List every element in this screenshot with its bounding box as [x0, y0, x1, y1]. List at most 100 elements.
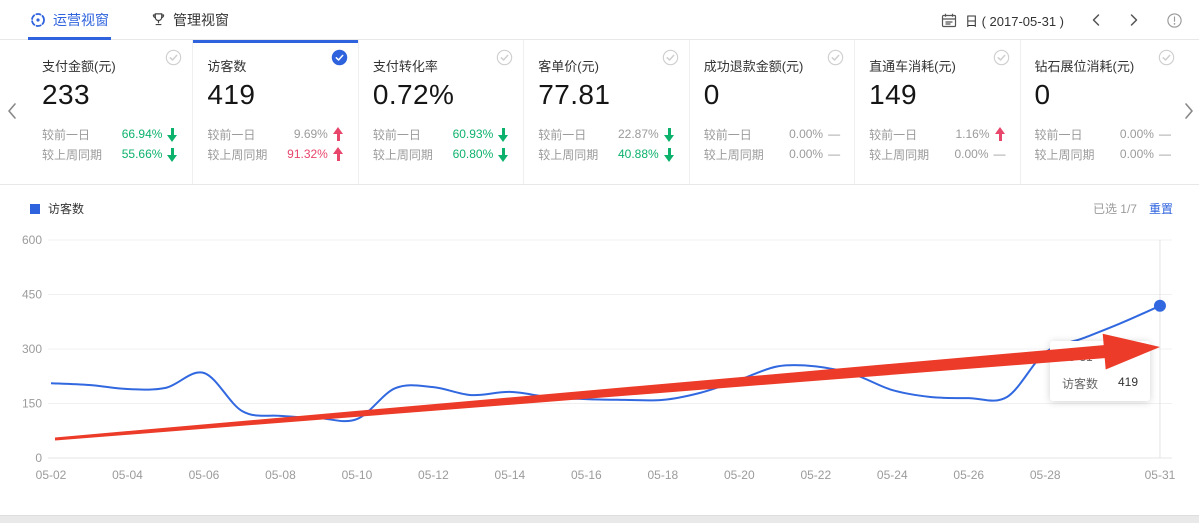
- compare-value: 91.32%: [287, 147, 328, 161]
- trend-arrow-icon: [333, 128, 344, 141]
- metric-select-check-icon[interactable]: [496, 49, 513, 66]
- metric-select-check-icon[interactable]: [165, 49, 182, 66]
- trend-arrow-icon: [167, 128, 178, 141]
- tab-label: 运营视窗: [53, 10, 109, 30]
- tooltip-series-label: 访客数: [1062, 375, 1098, 392]
- metric-card-title: 访客数: [207, 56, 343, 75]
- compare-label: 较上周同期: [207, 146, 267, 163]
- x-axis-tick-label: 05-06: [189, 468, 220, 482]
- metric-card-value: 0.72%: [373, 79, 509, 111]
- y-axis-tick-label: 450: [22, 288, 42, 302]
- compare-value: 0.00%: [1120, 127, 1154, 141]
- cards-scroll-left-icon[interactable]: [6, 102, 18, 120]
- metric-card-title: 客单价(元): [538, 56, 674, 75]
- compare-label: 较前一日: [704, 126, 752, 143]
- next-day-chevron-icon[interactable]: [1128, 13, 1140, 27]
- metric-select-check-icon[interactable]: [827, 49, 844, 66]
- compare-label: 较前一日: [373, 126, 421, 143]
- metric-card[interactable]: 直通车消耗(元) 149 较前一日 1.16% 较上周同期 0.00% —: [855, 40, 1020, 184]
- legend-label: 访客数: [48, 200, 84, 217]
- topbar-right-controls: 日 ( 2017-05-31 ): [941, 0, 1183, 40]
- compare-label: 较前一日: [42, 126, 90, 143]
- trophy-icon: [151, 12, 166, 27]
- compare-value: 0.00%: [955, 147, 989, 161]
- compare-label: 较上周同期: [704, 146, 764, 163]
- calendar-icon: [941, 13, 957, 28]
- metric-card-value: 233: [42, 79, 178, 111]
- trend-arrow-icon: [498, 128, 509, 141]
- compare-label: 较前一日: [538, 126, 586, 143]
- metric-card-title: 直通车消耗(元): [869, 56, 1005, 75]
- trend-arrow-icon: [167, 148, 178, 161]
- x-axis-tick-label: 05-12: [418, 468, 449, 482]
- tooltip-date: 05-31: [1062, 350, 1138, 364]
- tab-operations-window[interactable]: 运营视窗: [30, 0, 109, 40]
- y-axis-tick-label: 150: [22, 397, 42, 411]
- compare-label: 较上周同期: [1035, 146, 1095, 163]
- compare-value: 1.16%: [956, 127, 990, 141]
- metric-card-title: 钻石展位消耗(元): [1035, 56, 1171, 75]
- chart-tooltip: 05-31 访客数 419: [1050, 341, 1150, 401]
- tab-management-window[interactable]: 管理视窗: [151, 0, 229, 40]
- metric-card-title: 支付金额(元): [42, 56, 178, 75]
- trend-arrow-icon: [333, 148, 344, 161]
- prev-day-chevron-icon[interactable]: [1090, 13, 1102, 27]
- trend-arrow-icon: —: [1159, 147, 1171, 161]
- cards-scroll-right-icon[interactable]: [1183, 102, 1195, 120]
- x-axis-tick-label: 05-20: [724, 468, 755, 482]
- chart-header: 访客数 已选 1/7 重置: [0, 185, 1199, 223]
- trend-arrow-icon: —: [1159, 127, 1171, 141]
- trend-arrow-icon: [664, 128, 675, 141]
- compare-label: 较前一日: [869, 126, 917, 143]
- y-axis-tick-label: 0: [35, 451, 42, 465]
- highlighted-data-point: [1154, 300, 1166, 312]
- metric-select-check-icon[interactable]: [331, 49, 348, 66]
- x-axis-tick-label: 05-16: [571, 468, 602, 482]
- compare-label: 较上周同期: [869, 146, 929, 163]
- compare-value: 60.80%: [453, 147, 494, 161]
- trend-arrow-icon: —: [828, 127, 840, 141]
- info-icon[interactable]: [1166, 12, 1183, 29]
- metric-card[interactable]: 访客数 419 较前一日 9.69% 较上周同期 91.32%: [193, 40, 358, 184]
- trend-arrow-icon: [995, 128, 1006, 141]
- metric-card[interactable]: 钻石展位消耗(元) 0 较前一日 0.00% — 较上周同期 0.00% —: [1021, 40, 1185, 184]
- x-axis-tick-label: 05-10: [342, 468, 373, 482]
- x-axis-tick-label: 05-02: [36, 468, 67, 482]
- compare-value: 0.00%: [789, 147, 823, 161]
- x-axis-tick-label: 05-26: [953, 468, 984, 482]
- metric-select-check-icon[interactable]: [993, 49, 1010, 66]
- trend-arrow-icon: —: [828, 147, 840, 161]
- visitors-line-chart[interactable]: 015030045060005-0205-0405-0605-0805-1005…: [0, 223, 1199, 515]
- metric-card-value: 0: [704, 79, 840, 111]
- date-selector[interactable]: 日 ( 2017-05-31 ): [941, 11, 1064, 30]
- y-axis-tick-label: 300: [22, 342, 42, 356]
- metric-card[interactable]: 支付转化率 0.72% 较前一日 60.93% 较上周同期 60.80%: [359, 40, 524, 184]
- metric-card[interactable]: 客单价(元) 77.81 较前一日 22.87% 较上周同期 40.88%: [524, 40, 689, 184]
- reset-button[interactable]: 重置: [1149, 200, 1173, 217]
- chart-legend-item[interactable]: 访客数: [30, 200, 84, 217]
- metric-card-value: 419: [207, 79, 343, 111]
- trend-arrow-icon: [664, 148, 675, 161]
- metric-card-title: 支付转化率: [373, 56, 509, 75]
- metric-select-check-icon[interactable]: [662, 49, 679, 66]
- metric-card[interactable]: 成功退款金额(元) 0 较前一日 0.00% — 较上周同期 0.00% —: [690, 40, 855, 184]
- compare-value: 22.87%: [618, 127, 659, 141]
- compare-label: 较上周同期: [373, 146, 433, 163]
- x-axis-tick-label: 05-22: [800, 468, 831, 482]
- metric-cards-row: 支付金额(元) 233 较前一日 66.94% 较上周同期 55.66%: [0, 40, 1199, 185]
- compare-label: 较上周同期: [42, 146, 102, 163]
- metric-card-value: 149: [869, 79, 1005, 111]
- metric-card-title: 成功退款金额(元): [704, 56, 840, 75]
- compare-value: 55.66%: [122, 147, 163, 161]
- metric-card-value: 0: [1035, 79, 1171, 111]
- chart-plot-area[interactable]: 015030045060005-0205-0405-0605-0805-1005…: [0, 223, 1199, 515]
- date-label: 日 ( 2017-05-31 ): [965, 11, 1064, 30]
- x-axis-tick-label: 05-04: [112, 468, 143, 482]
- compare-label: 较上周同期: [538, 146, 598, 163]
- metric-card-value: 77.81: [538, 79, 674, 111]
- compare-value: 0.00%: [789, 127, 823, 141]
- bottom-strip: [0, 515, 1199, 523]
- x-axis-tick-label: 05-31: [1145, 468, 1176, 482]
- metric-select-check-icon[interactable]: [1158, 49, 1175, 66]
- metric-card[interactable]: 支付金额(元) 233 较前一日 66.94% 较上周同期 55.66%: [28, 40, 193, 184]
